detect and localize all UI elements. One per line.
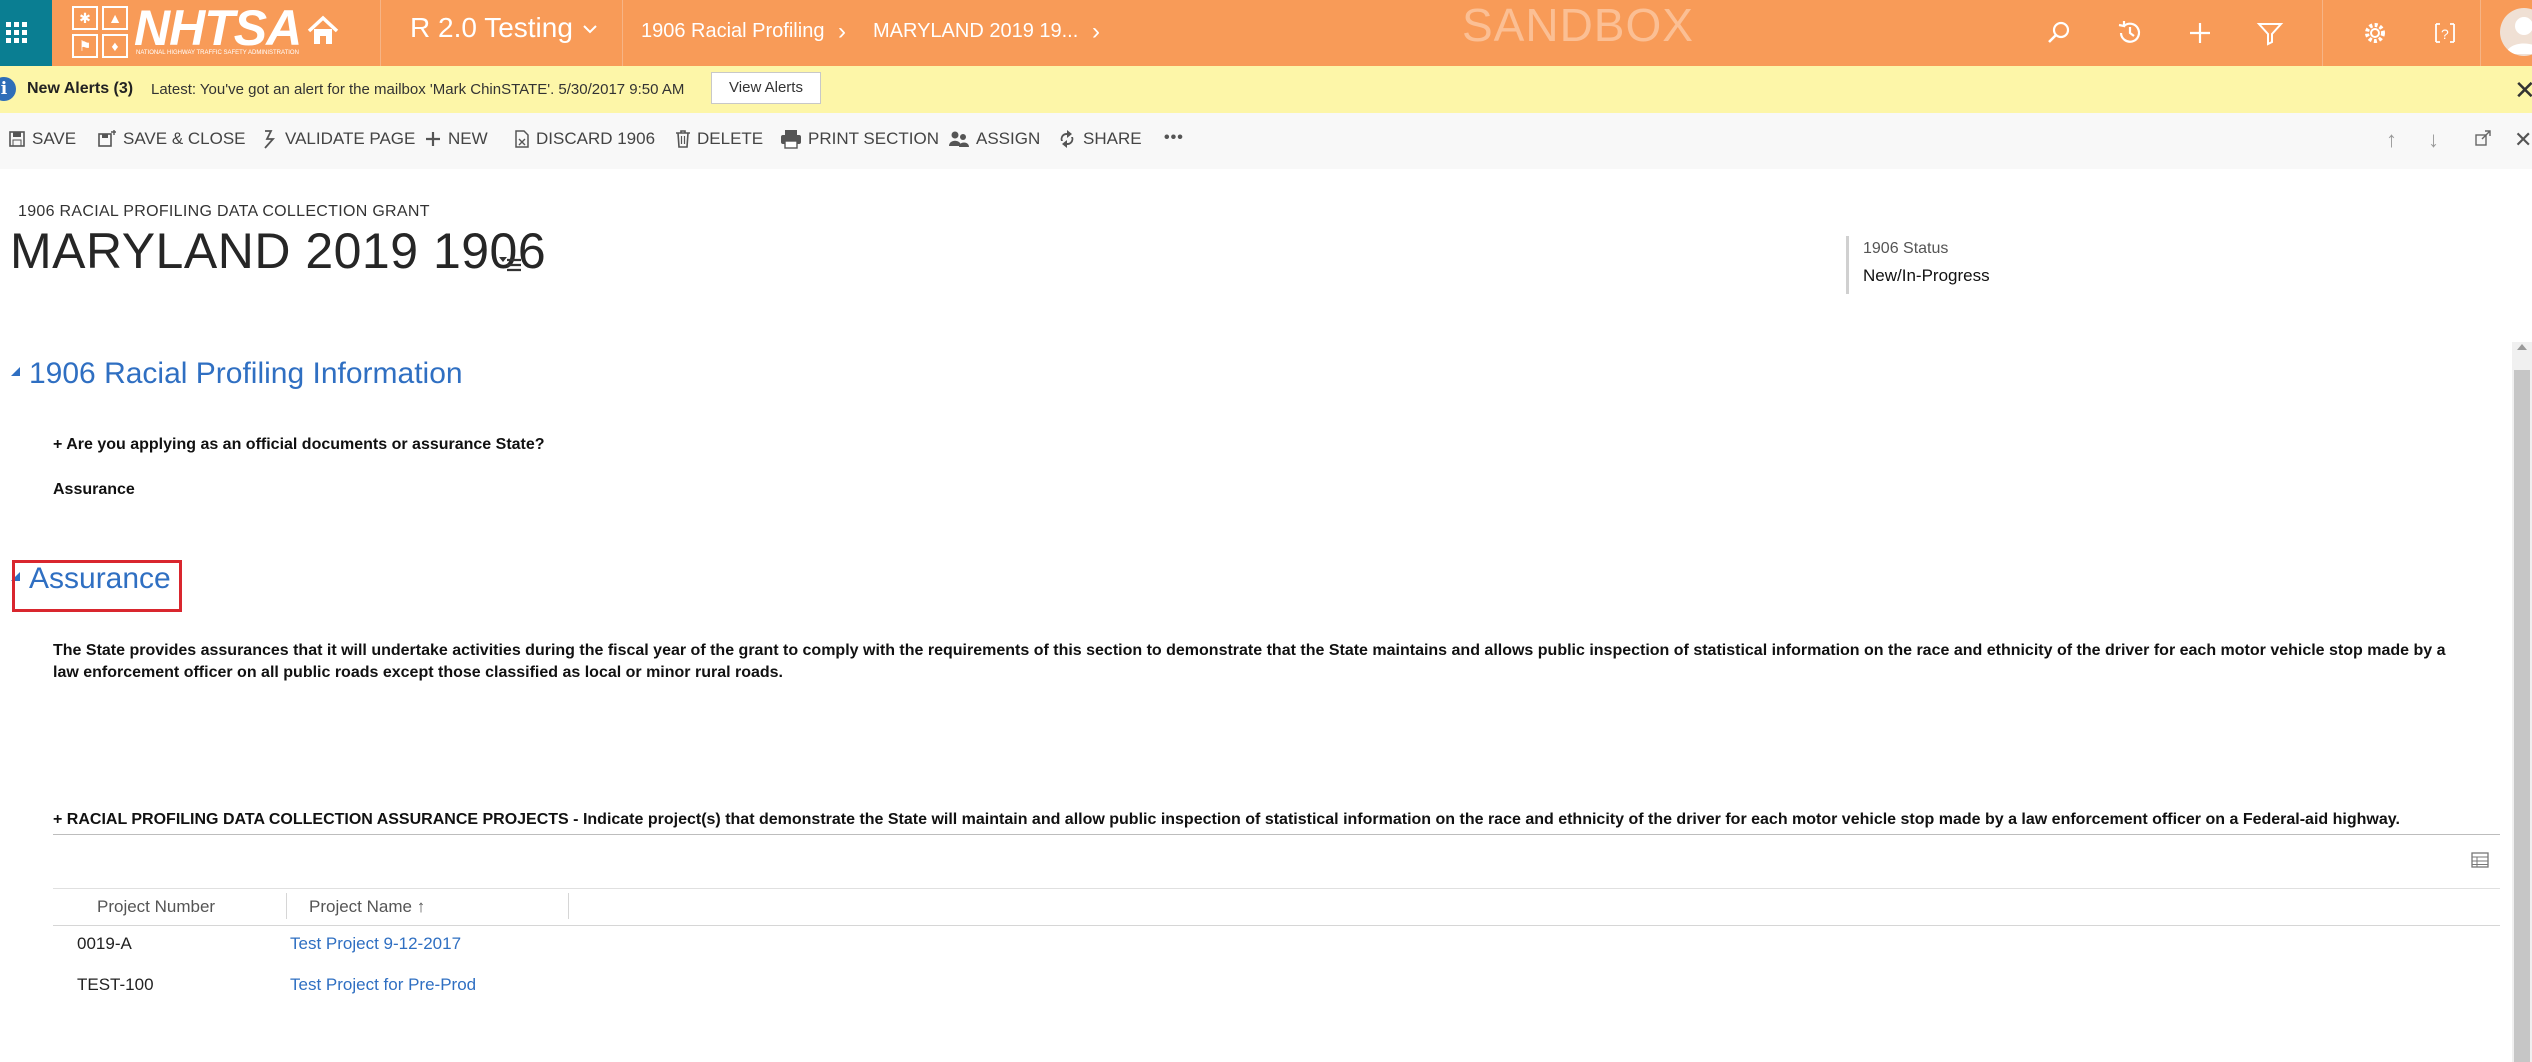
validate-label: VALIDATE PAGE bbox=[285, 129, 416, 148]
save-button[interactable]: SAVE bbox=[8, 129, 76, 149]
scroll-up-arrow-icon[interactable] bbox=[2517, 344, 2527, 350]
discard-button[interactable]: DISCARD 1906 bbox=[514, 129, 655, 149]
discard-document-icon bbox=[515, 130, 529, 148]
discard-label: DISCARD 1906 bbox=[536, 129, 656, 148]
grid-header: Project Number Project Name ↑ bbox=[53, 888, 2500, 926]
assign-label: ASSIGN bbox=[976, 129, 1041, 148]
collapse-caret-icon[interactable] bbox=[11, 367, 20, 376]
save-icon bbox=[9, 131, 25, 147]
question-label: + Are you applying as an official docume… bbox=[53, 436, 545, 453]
divider bbox=[2322, 0, 2323, 66]
user-icon bbox=[2506, 17, 2532, 54]
divider bbox=[622, 0, 623, 66]
share-label: SHARE bbox=[1083, 129, 1142, 148]
validate-page-button[interactable]: VALIDATE PAGE bbox=[261, 129, 415, 149]
breadcrumb-record[interactable]: MARYLAND 2019 19... bbox=[873, 20, 1078, 43]
delete-label: DELETE bbox=[697, 129, 764, 148]
delete-button[interactable]: DELETE bbox=[675, 129, 763, 149]
plus-icon[interactable] bbox=[2185, 18, 2215, 48]
gear-icon[interactable] bbox=[2360, 18, 2390, 48]
info-icon: i bbox=[0, 77, 16, 101]
status-value: New/In-Progress bbox=[1863, 266, 1990, 285]
record-title: MARYLAND 2019 1906 bbox=[10, 223, 547, 279]
save-close-button[interactable]: SAVE & CLOSE bbox=[97, 129, 246, 149]
top-nav-bar: ✱ ▲ ⚑ ♦ NHTSA NATIONAL HIGHWAY TRAFFIC SAFE… bbox=[0, 0, 2532, 66]
column-header-project-name[interactable]: Project Name ↑ bbox=[309, 897, 425, 917]
view-alerts-button[interactable]: View Alerts bbox=[711, 72, 821, 104]
assign-button[interactable]: ASSIGN bbox=[948, 129, 1040, 149]
project-number-cell: TEST-100 bbox=[77, 975, 154, 994]
divider bbox=[380, 0, 381, 66]
svg-text:?: ? bbox=[2441, 26, 2449, 42]
close-icon[interactable]: ✕ bbox=[2514, 75, 2532, 106]
subgrid-label: + RACIAL PROFILING DATA COLLECTION ASSUR… bbox=[53, 811, 2400, 828]
form-selector-icon[interactable] bbox=[498, 254, 522, 272]
new-label: NEW bbox=[448, 129, 488, 148]
table-row[interactable]: TEST-100 Test Project for Pre-Prod bbox=[53, 967, 2500, 1005]
save-close-icon bbox=[98, 130, 116, 147]
search-icon[interactable] bbox=[2044, 18, 2074, 48]
trash-icon bbox=[676, 130, 690, 148]
assign-people-icon bbox=[949, 131, 969, 147]
project-number-cell: 0019-A bbox=[77, 934, 132, 953]
print-section-button[interactable]: PRINT SECTION bbox=[780, 129, 939, 149]
status-label: 1906 Status bbox=[1863, 240, 1949, 257]
breadcrumb-entity[interactable]: 1906 Racial Profiling bbox=[641, 20, 824, 43]
grid-icon bbox=[6, 22, 27, 43]
app-launcher-button[interactable] bbox=[0, 0, 52, 66]
logo-text: NHTSA bbox=[134, 0, 302, 56]
close-record-icon[interactable]: ✕ bbox=[2514, 127, 2532, 153]
logo-emblem-icon: ✱ ▲ ⚑ ♦ bbox=[72, 6, 132, 58]
column-header-project-number[interactable]: Project Number bbox=[97, 897, 215, 917]
app-title[interactable]: R 2.0 Testing bbox=[410, 12, 573, 44]
alert-title: New Alerts (3) bbox=[27, 80, 134, 97]
print-label: PRINT SECTION bbox=[808, 129, 939, 148]
help-icon[interactable]: ? bbox=[2430, 18, 2460, 48]
save-label: SAVE bbox=[32, 129, 77, 148]
table-row[interactable]: 0019-A Test Project 9-12-2017 bbox=[53, 926, 2500, 964]
popout-icon[interactable] bbox=[2474, 129, 2492, 147]
project-name-link[interactable]: Test Project 9-12-2017 bbox=[290, 934, 461, 954]
home-icon[interactable] bbox=[306, 14, 340, 48]
divider bbox=[53, 834, 2500, 835]
print-icon bbox=[781, 130, 801, 149]
divider bbox=[2480, 0, 2481, 66]
command-bar: SAVE SAVE & CLOSE VALIDATE PAGE NEW DISC… bbox=[0, 113, 2532, 169]
scrollbar-thumb[interactable] bbox=[2514, 370, 2530, 1062]
highlight-box bbox=[12, 560, 182, 612]
chevron-down-icon[interactable] bbox=[582, 22, 598, 36]
column-divider[interactable] bbox=[286, 893, 287, 919]
status-field: 1906 Status New/In-Progress bbox=[1846, 236, 1993, 294]
entity-label: 1906 RACIAL PROFILING DATA COLLECTION GR… bbox=[18, 203, 430, 220]
project-name-link[interactable]: Test Project for Pre-Prod bbox=[290, 975, 476, 995]
save-close-label: SAVE & CLOSE bbox=[123, 129, 246, 148]
chevron-right-icon: › bbox=[838, 18, 846, 45]
view-grid-icon[interactable] bbox=[2471, 852, 2489, 868]
column-divider[interactable] bbox=[568, 893, 569, 919]
alert-message: Latest: You've got an alert for the mail… bbox=[151, 81, 685, 98]
alert-bar: i New Alerts (3) Latest: You've got an a… bbox=[0, 66, 2532, 114]
user-avatar[interactable] bbox=[2500, 8, 2532, 56]
plus-icon bbox=[426, 132, 440, 146]
logo-subtext: NATIONAL HIGHWAY TRAFFIC SAFETY ADMINIST… bbox=[136, 50, 299, 56]
new-button[interactable]: NEW bbox=[424, 129, 488, 149]
arrow-up-icon[interactable]: ↑ bbox=[2386, 127, 2397, 153]
assurance-statement: The State provides assurances that it wi… bbox=[53, 642, 2446, 681]
validate-icon bbox=[264, 130, 276, 149]
chevron-right-icon[interactable]: › bbox=[1092, 18, 1100, 46]
recent-history-icon[interactable] bbox=[2115, 18, 2145, 48]
share-button[interactable]: SHARE bbox=[1057, 129, 1142, 149]
ellipsis-icon: ••• bbox=[1164, 129, 1184, 146]
answer-value[interactable]: Assurance bbox=[53, 481, 135, 499]
section-title-racial-profiling[interactable]: 1906 Racial Profiling Information bbox=[29, 357, 463, 391]
sandbox-watermark: SANDBOX bbox=[1462, 0, 1694, 51]
share-icon bbox=[1060, 130, 1074, 148]
filter-icon[interactable] bbox=[2255, 18, 2285, 48]
more-commands-button[interactable]: ••• bbox=[1164, 129, 1184, 147]
arrow-down-icon[interactable]: ↓ bbox=[2428, 127, 2439, 153]
